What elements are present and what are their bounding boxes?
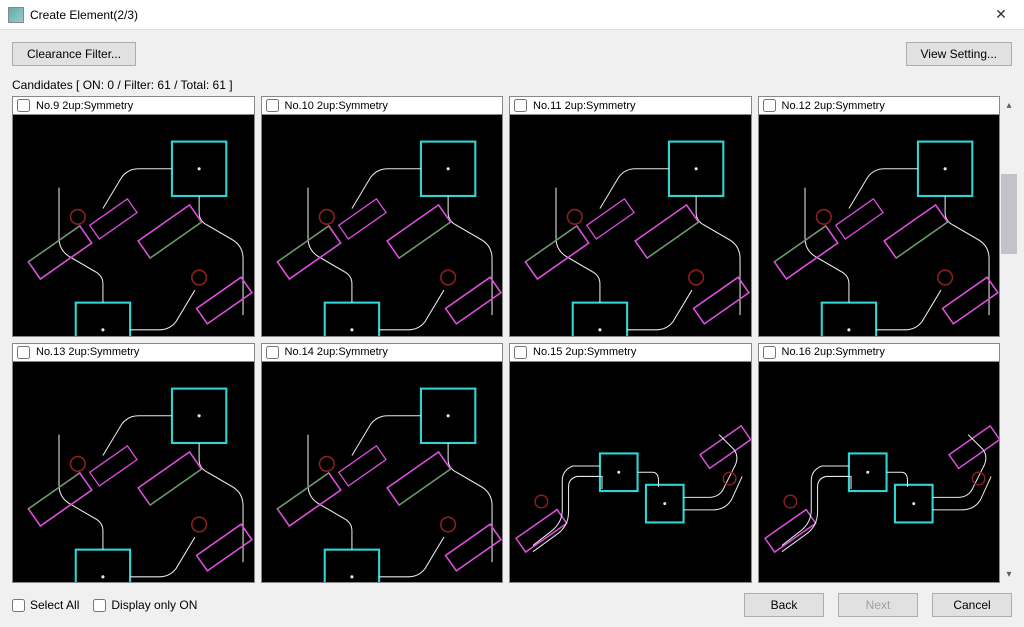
candidates-grid-area: No.9 2up:Symmetry No.10 2up:Symmetry [0, 96, 1024, 583]
candidate-preview [262, 362, 503, 584]
candidate-checkbox[interactable] [763, 99, 776, 112]
candidate-checkbox[interactable] [266, 99, 279, 112]
display-only-on-checkbox[interactable]: Display only ON [93, 598, 197, 612]
app-icon [8, 7, 24, 23]
select-all-label: Select All [30, 598, 79, 612]
select-all-input[interactable] [12, 599, 25, 612]
candidate-preview [262, 115, 503, 337]
back-button[interactable]: Back [744, 593, 824, 617]
candidate-checkbox[interactable] [763, 346, 776, 359]
display-only-on-input[interactable] [93, 599, 106, 612]
candidate-label: No.14 2up:Symmetry [285, 346, 388, 358]
candidate-preview [13, 115, 254, 337]
candidate-preview [510, 362, 751, 584]
select-all-checkbox[interactable]: Select All [12, 598, 79, 612]
cancel-button[interactable]: Cancel [932, 593, 1012, 617]
view-setting-button[interactable]: View Setting... [906, 42, 1013, 66]
candidate-checkbox[interactable] [514, 99, 527, 112]
candidate-tile[interactable]: No.9 2up:Symmetry [12, 96, 255, 337]
candidate-tile-header: No.11 2up:Symmetry [510, 97, 751, 115]
candidate-preview [759, 362, 1000, 584]
candidate-tile[interactable]: No.12 2up:Symmetry [758, 96, 1001, 337]
candidate-tile[interactable]: No.15 2up:Symmetry [509, 343, 752, 584]
candidate-label: No.16 2up:Symmetry [782, 346, 885, 358]
candidate-preview [510, 115, 751, 337]
candidates-summary: Candidates [ ON: 0 / Filter: 61 / Total:… [0, 78, 1024, 96]
window-titlebar: Create Element(2/3) ✕ [0, 0, 1024, 30]
close-button[interactable]: ✕ [978, 0, 1024, 30]
candidate-tile-header: No.13 2up:Symmetry [13, 344, 254, 362]
toolbar: Clearance Filter... View Setting... [0, 30, 1024, 78]
candidate-label: No.13 2up:Symmetry [36, 346, 139, 358]
candidates-grid: No.9 2up:Symmetry No.10 2up:Symmetry [12, 96, 1000, 583]
scroll-down-arrow[interactable]: ▾ [1000, 565, 1018, 583]
candidate-label: No.9 2up:Symmetry [36, 100, 133, 112]
candidate-checkbox[interactable] [514, 346, 527, 359]
candidate-tile[interactable]: No.13 2up:Symmetry [12, 343, 255, 584]
display-only-on-label: Display only ON [111, 598, 197, 612]
candidate-tile-header: No.15 2up:Symmetry [510, 344, 751, 362]
candidate-label: No.10 2up:Symmetry [285, 100, 388, 112]
candidate-tile-header: No.12 2up:Symmetry [759, 97, 1000, 115]
candidate-preview [759, 115, 1000, 337]
candidate-label: No.15 2up:Symmetry [533, 346, 636, 358]
candidate-checkbox[interactable] [266, 346, 279, 359]
scroll-track[interactable] [1000, 114, 1018, 565]
footer: Select All Display only ON Back Next Can… [0, 583, 1024, 627]
candidate-preview [13, 362, 254, 584]
next-button[interactable]: Next [838, 593, 918, 617]
candidate-tile-header: No.14 2up:Symmetry [262, 344, 503, 362]
candidate-tile-header: No.16 2up:Symmetry [759, 344, 1000, 362]
vertical-scrollbar[interactable]: ▴ ▾ [1000, 96, 1018, 583]
candidate-tile[interactable]: No.11 2up:Symmetry [509, 96, 752, 337]
candidate-label: No.11 2up:Symmetry [533, 100, 636, 112]
scroll-thumb[interactable] [1001, 174, 1017, 254]
candidate-label: No.12 2up:Symmetry [782, 100, 885, 112]
clearance-filter-button[interactable]: Clearance Filter... [12, 42, 136, 66]
candidate-checkbox[interactable] [17, 346, 30, 359]
candidate-checkbox[interactable] [17, 99, 30, 112]
scroll-up-arrow[interactable]: ▴ [1000, 96, 1018, 114]
candidate-tile[interactable]: No.14 2up:Symmetry [261, 343, 504, 584]
window-title: Create Element(2/3) [30, 8, 978, 22]
candidate-tile[interactable]: No.16 2up:Symmetry [758, 343, 1001, 584]
candidate-tile[interactable]: No.10 2up:Symmetry [261, 96, 504, 337]
candidate-tile-header: No.10 2up:Symmetry [262, 97, 503, 115]
candidate-tile-header: No.9 2up:Symmetry [13, 97, 254, 115]
